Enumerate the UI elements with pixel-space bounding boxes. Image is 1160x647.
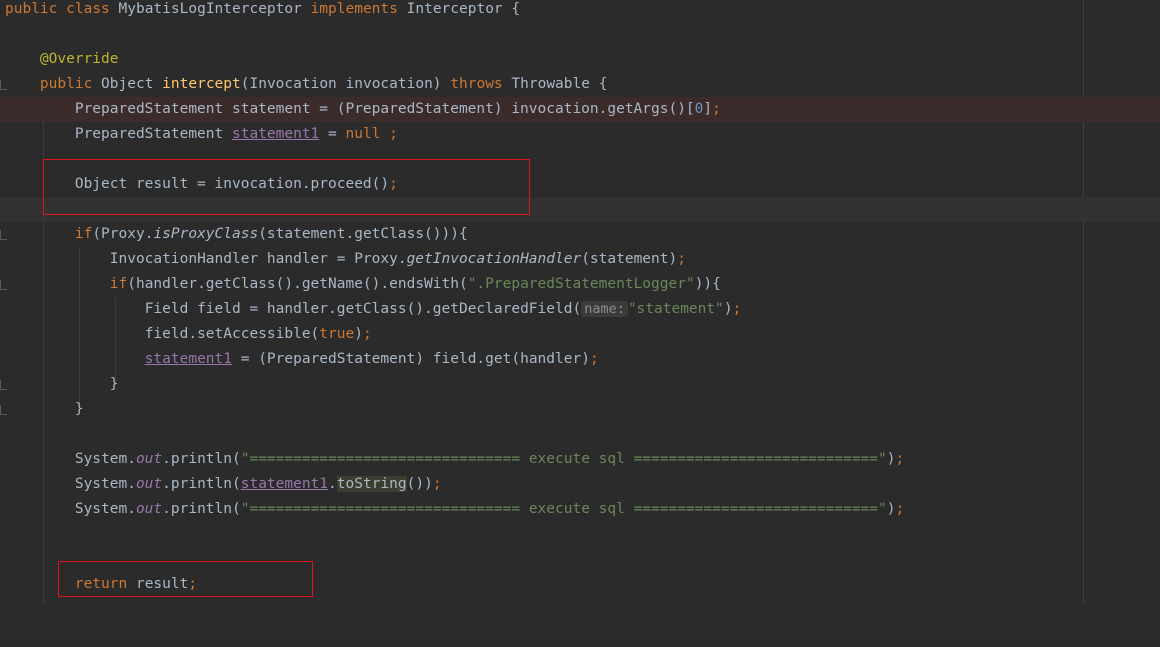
code-line-17[interactable]: } [0, 397, 1160, 422]
highlight-box-return [58, 561, 313, 597]
highlight-box-proceed [43, 159, 530, 215]
code-line-4[interactable]: public Object intercept(Invocation invoc… [0, 72, 1160, 97]
code-line-21[interactable]: System.out.println("====================… [0, 497, 1160, 522]
code-line-19[interactable]: System.out.println("====================… [0, 447, 1160, 472]
code-line-12[interactable]: if(handler.getClass().getName().endsWith… [0, 272, 1160, 297]
code-line-11[interactable]: InvocationHandler handler = Proxy.getInv… [0, 247, 1160, 272]
code-line-6[interactable]: PreparedStatement statement1 = null ; [0, 122, 1160, 147]
parameter-hint: name: [581, 301, 628, 317]
code-line-13[interactable]: Field field = handler.getClass().getDecl… [0, 297, 1160, 322]
code-line-16[interactable]: } [0, 372, 1160, 397]
code-line-3[interactable]: @Override [0, 47, 1160, 72]
code-line-10[interactable]: if(Proxy.isProxyClass(statement.getClass… [0, 222, 1160, 247]
code-line-20[interactable]: System.out.println(statement1.toString()… [0, 472, 1160, 497]
code-line-15[interactable]: statement1 = (PreparedStatement) field.g… [0, 347, 1160, 372]
code-line-5[interactable]: PreparedStatement statement = (PreparedS… [0, 97, 1160, 122]
code-editor[interactable]: public class MybatisLogInterceptor imple… [0, 0, 1160, 603]
code-line-14[interactable]: field.setAccessible(true); [0, 322, 1160, 347]
code-line-1[interactable]: public class MybatisLogInterceptor imple… [0, 0, 1160, 22]
